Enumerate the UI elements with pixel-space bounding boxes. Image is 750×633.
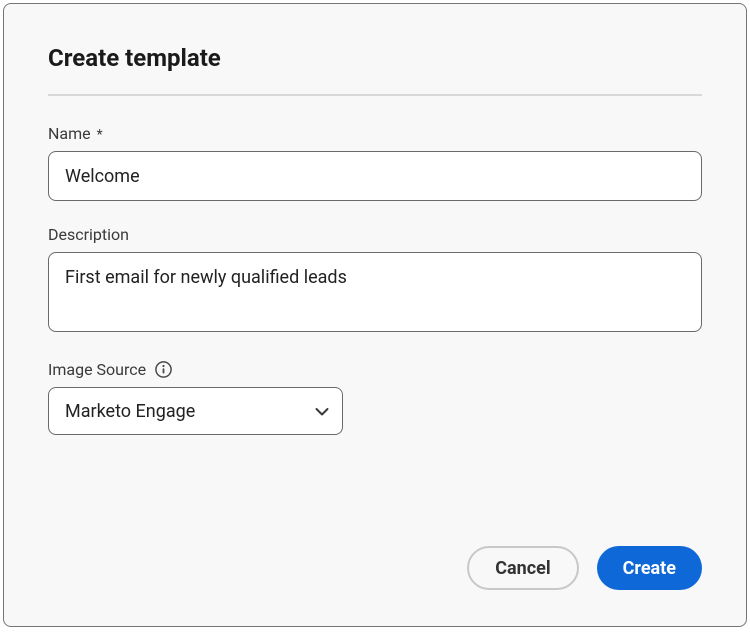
name-label-text: Name	[48, 124, 91, 143]
image-source-select[interactable]: Marketo Engage	[48, 387, 343, 435]
description-field: Description	[48, 225, 702, 336]
description-input[interactable]	[48, 252, 702, 332]
info-icon[interactable]	[154, 361, 172, 379]
cancel-button[interactable]: Cancel	[467, 546, 578, 590]
image-source-label: Image Source	[48, 360, 146, 379]
divider	[48, 94, 702, 96]
name-label: Name *	[48, 124, 702, 143]
image-source-select-wrap: Marketo Engage	[48, 387, 343, 435]
dialog-buttons: Cancel Create	[467, 546, 702, 590]
create-template-dialog: Create template Name * Description Image…	[3, 3, 747, 627]
description-label: Description	[48, 225, 702, 244]
name-input[interactable]	[48, 151, 702, 201]
name-field: Name *	[48, 124, 702, 201]
image-source-field: Image Source Marketo Engage	[48, 360, 702, 435]
dialog-title: Create template	[48, 44, 702, 72]
required-asterisk: *	[97, 127, 103, 143]
create-button[interactable]: Create	[597, 546, 702, 590]
